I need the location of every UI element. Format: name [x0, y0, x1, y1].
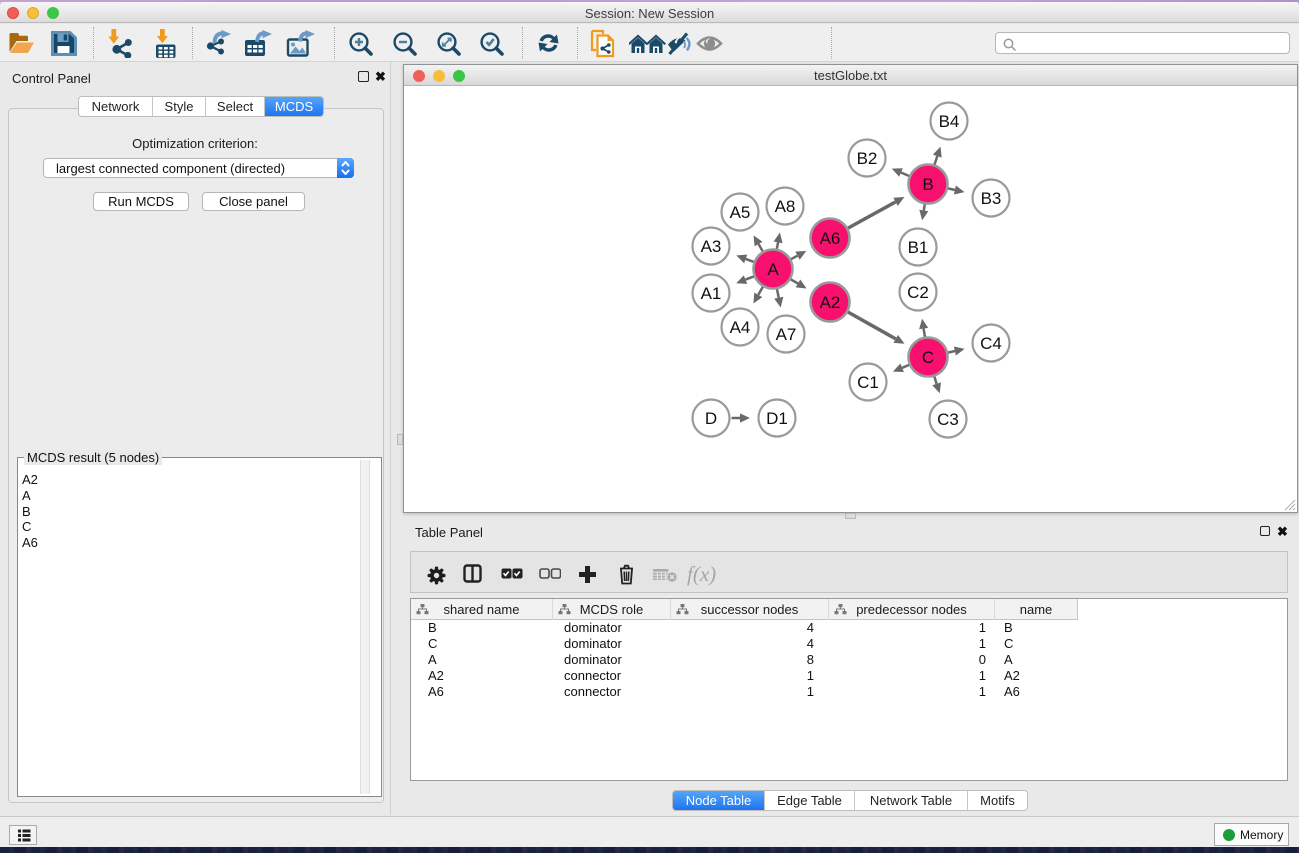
svg-text:C: C: [922, 348, 934, 367]
svg-text:A6: A6: [820, 229, 841, 248]
svg-text:B1: B1: [908, 238, 929, 257]
svg-text:B2: B2: [857, 149, 878, 168]
svg-text:B: B: [922, 175, 933, 194]
svg-text:A3: A3: [701, 237, 722, 256]
svg-text:B4: B4: [939, 112, 960, 131]
svg-text:C2: C2: [907, 283, 929, 302]
svg-text:A2: A2: [820, 293, 841, 312]
svg-text:C3: C3: [937, 410, 959, 429]
svg-text:D1: D1: [766, 409, 788, 428]
svg-text:B3: B3: [981, 189, 1002, 208]
svg-text:C1: C1: [857, 373, 879, 392]
svg-text:A4: A4: [730, 318, 751, 337]
svg-text:D: D: [705, 409, 717, 428]
svg-text:C4: C4: [980, 334, 1002, 353]
svg-text:A7: A7: [776, 325, 797, 344]
svg-text:A: A: [767, 260, 779, 279]
svg-text:A5: A5: [730, 203, 751, 222]
svg-text:A1: A1: [701, 284, 722, 303]
svg-text:A8: A8: [775, 197, 796, 216]
